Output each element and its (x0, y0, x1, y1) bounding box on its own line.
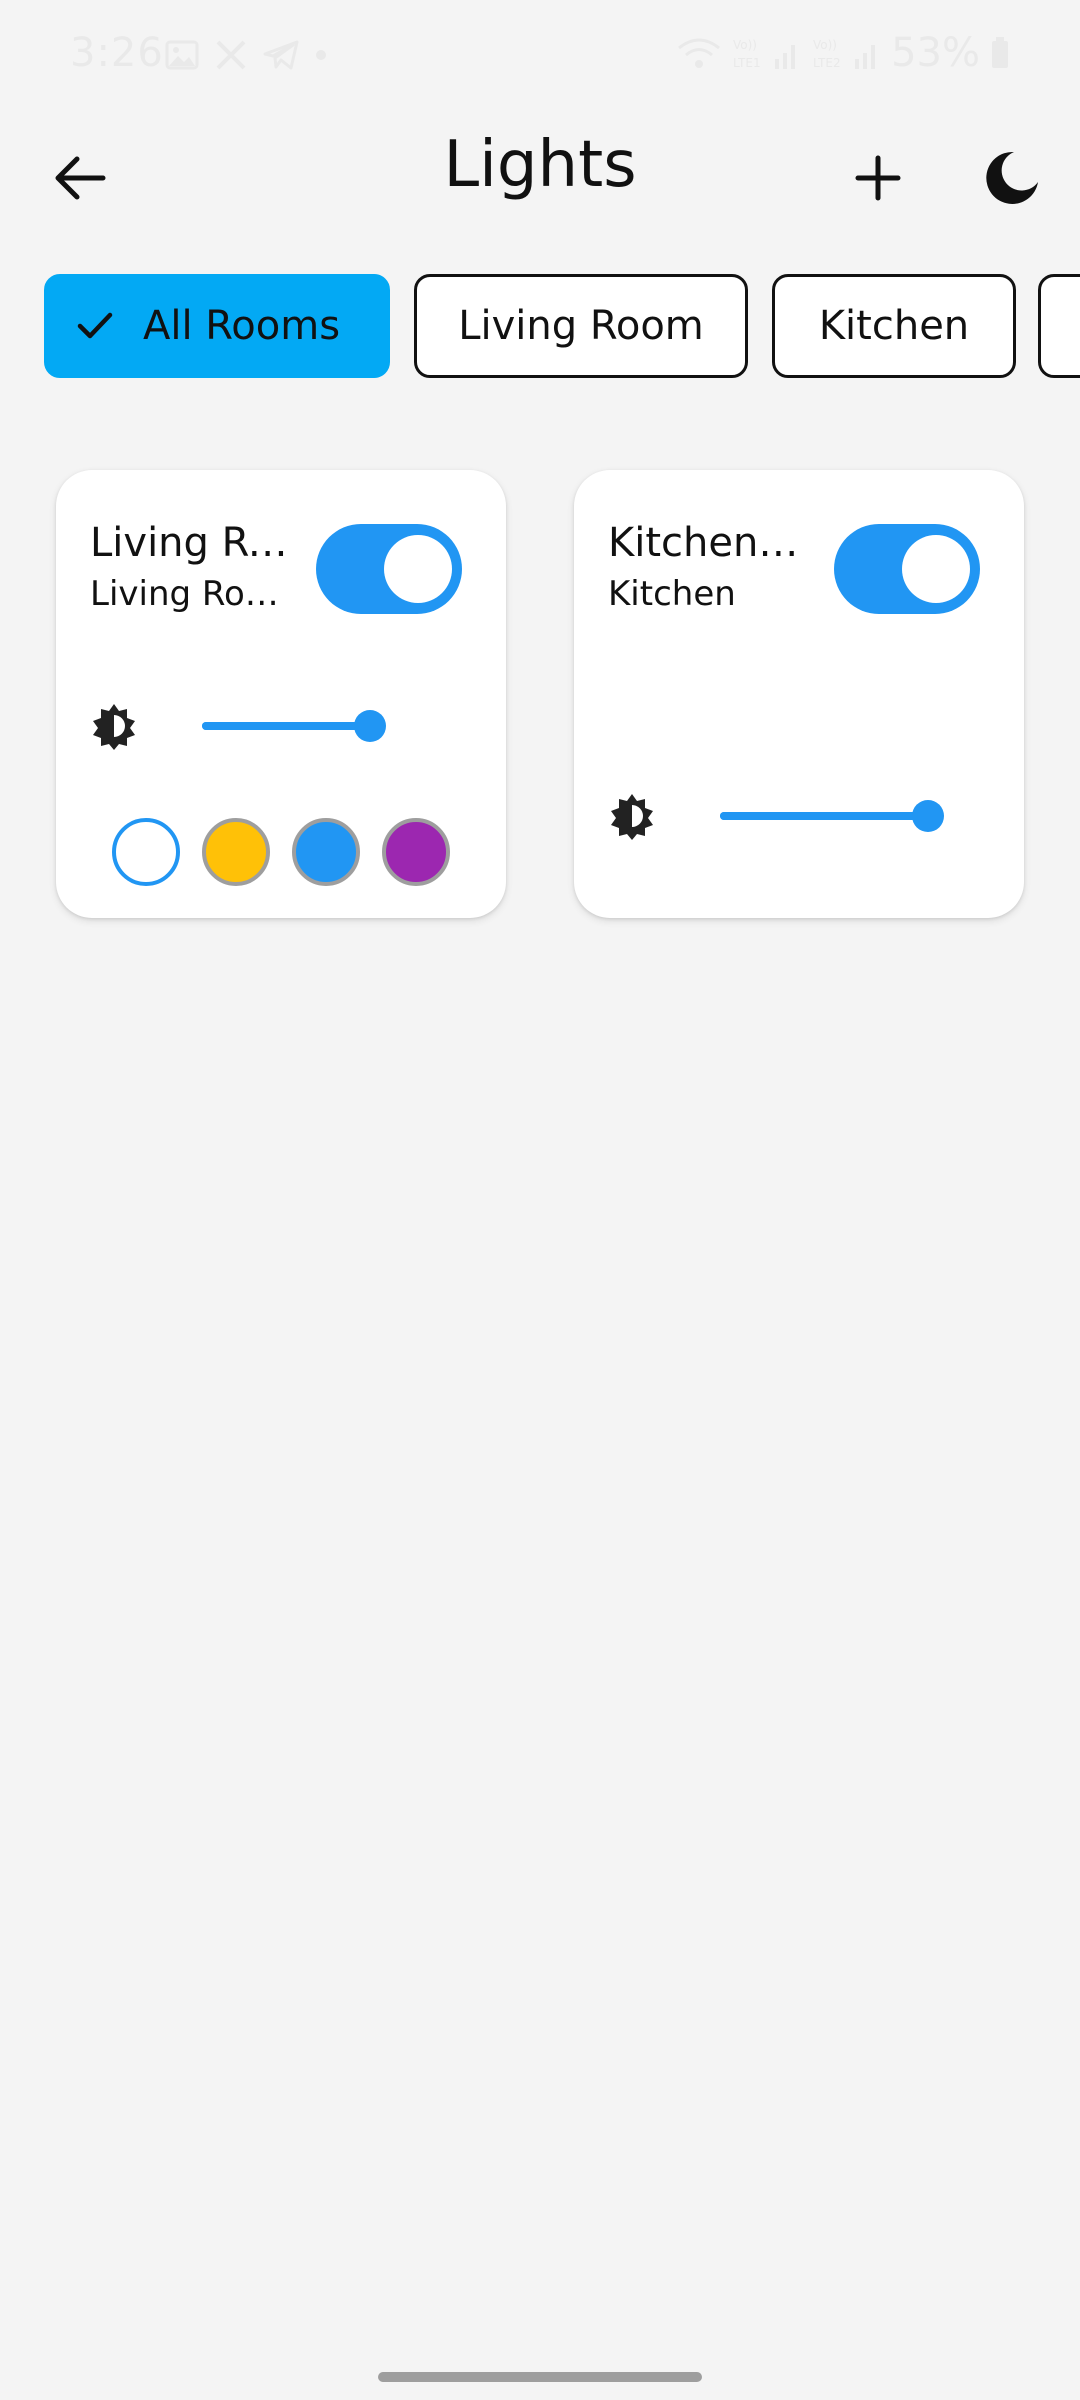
svg-text:Vo)): Vo)) (733, 38, 757, 52)
light-room: Kitchen (608, 574, 736, 614)
gallery-icon (165, 40, 199, 70)
color-swatch-blue[interactable] (292, 818, 360, 886)
chip-label: All Rooms (143, 303, 341, 349)
svg-text:Vo)): Vo)) (813, 38, 837, 52)
dot-icon (315, 49, 327, 61)
status-system-icons: Vo)) LTE1 Vo)) LTE2 53% (677, 30, 1010, 76)
page-title: Lights (443, 128, 637, 202)
signal-lte2-icon: Vo)) LTE2 (811, 35, 881, 71)
color-swatches (112, 818, 450, 886)
brightness-icon (90, 702, 138, 750)
slider-fill (202, 722, 370, 730)
chip-label: Living Room (458, 303, 704, 349)
signal-lte1-icon: Vo)) LTE1 (731, 35, 801, 71)
slider-thumb[interactable] (912, 800, 944, 832)
battery-icon (990, 36, 1010, 70)
check-icon (77, 311, 113, 341)
light-card-kitchen[interactable]: Kitchen C… Kitchen (574, 470, 1024, 918)
telegram-icon (263, 40, 299, 70)
chip-kitchen[interactable]: Kitchen (772, 274, 1016, 378)
light-power-toggle[interactable] (316, 524, 462, 614)
battery-percent: 53% (891, 30, 980, 76)
room-filter-chips: All Rooms Living Room Kitchen (44, 274, 1080, 382)
chip-more[interactable] (1038, 274, 1080, 378)
light-card-living-room[interactable]: Living Ro… Living Roo… (56, 470, 506, 918)
chip-label: Kitchen (818, 303, 970, 349)
color-swatch-amber[interactable] (202, 818, 270, 886)
light-name: Kitchen C… (608, 520, 808, 566)
app-bar: Lights (0, 118, 1080, 258)
x-icon (215, 40, 247, 70)
light-room: Living Roo… (90, 574, 290, 614)
svg-text:LTE2: LTE2 (813, 56, 841, 70)
status-bar: 3:26 Vo)) LTE1 Vo)) LTE2 53% (0, 0, 1080, 118)
light-name: Living Ro… (90, 520, 290, 566)
toggle-knob (384, 535, 452, 603)
arrow-left-icon (53, 154, 107, 206)
theme-toggle-button[interactable] (972, 140, 1052, 220)
back-button[interactable] (40, 140, 120, 220)
light-power-toggle[interactable] (834, 524, 980, 614)
status-notification-icons (165, 40, 327, 70)
moon-icon (984, 150, 1040, 210)
brightness-slider[interactable] (720, 796, 944, 836)
chip-all-rooms[interactable]: All Rooms (44, 274, 390, 378)
color-swatch-purple[interactable] (382, 818, 450, 886)
color-swatch-white[interactable] (112, 818, 180, 886)
wifi-icon (677, 36, 721, 70)
home-indicator[interactable] (378, 2372, 702, 2382)
svg-text:LTE1: LTE1 (733, 56, 761, 70)
brightness-icon (608, 792, 656, 840)
plus-icon (854, 154, 902, 206)
chip-living-room[interactable]: Living Room (414, 274, 748, 378)
toggle-knob (902, 535, 970, 603)
brightness-slider[interactable] (202, 706, 386, 746)
slider-thumb[interactable] (354, 710, 386, 742)
slider-fill (720, 812, 928, 820)
status-time: 3:26 (70, 30, 164, 76)
add-light-button[interactable] (838, 140, 918, 220)
